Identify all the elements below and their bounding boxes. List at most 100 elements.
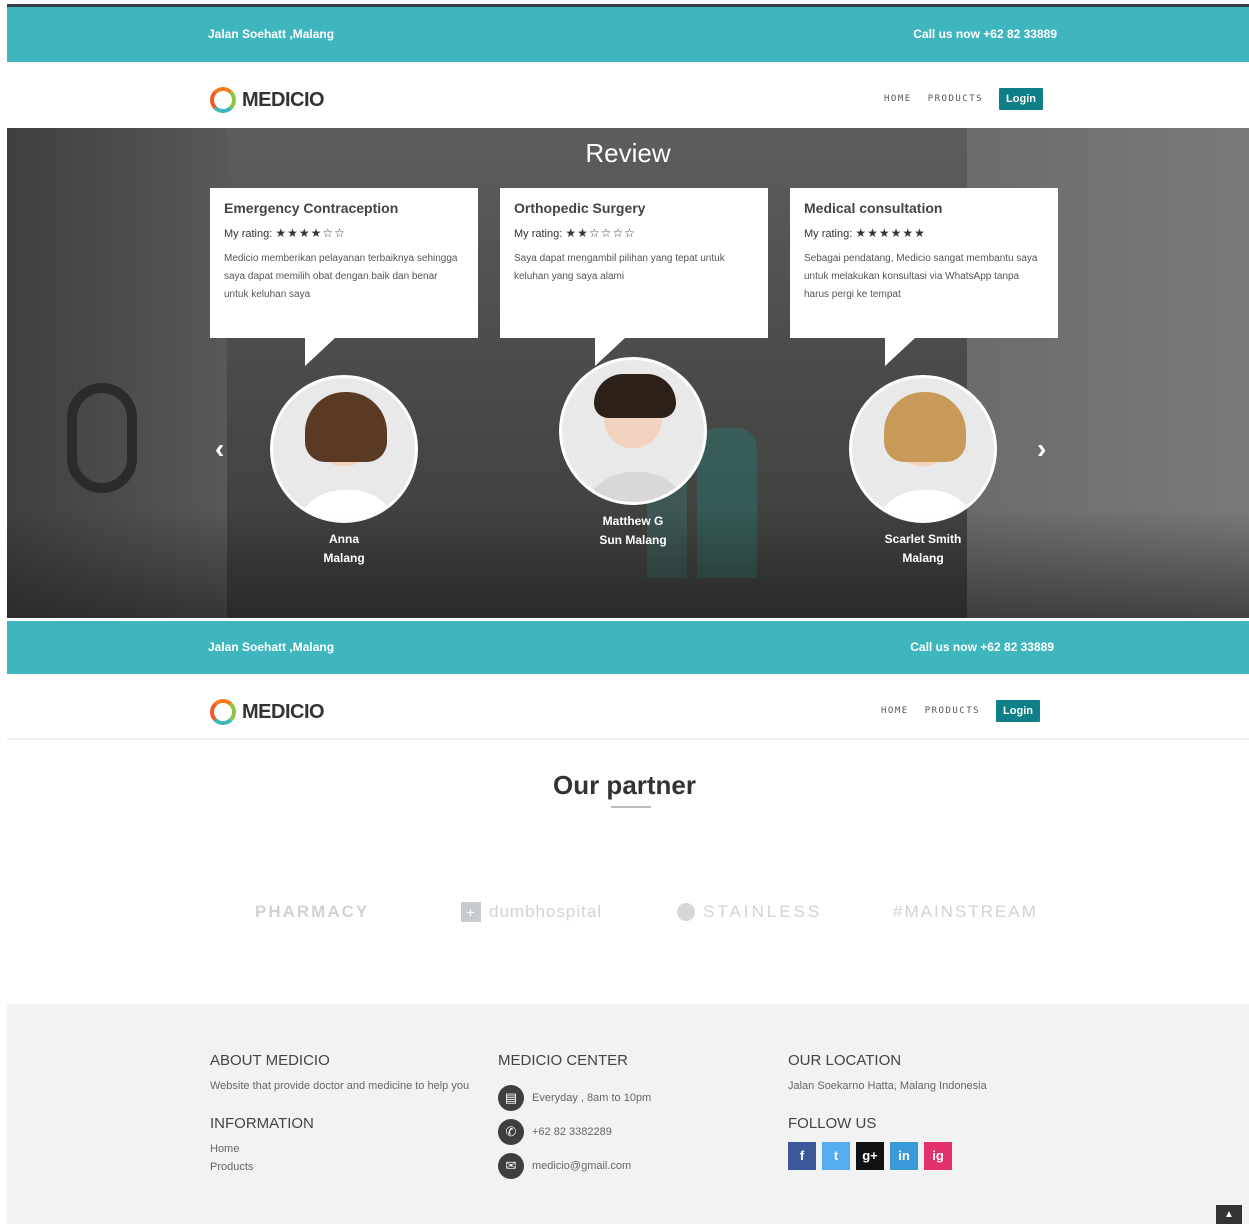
avatar-shoulders <box>582 472 690 502</box>
facebook-icon[interactable]: f <box>788 1142 816 1170</box>
reviewer-city: Malang <box>902 551 944 565</box>
review-rating: My rating: ★★☆☆☆☆ <box>514 226 754 240</box>
review-section: Review Emergency Contraception My rating… <box>7 128 1249 618</box>
partner-logo-stainless[interactable]: STAINLESS <box>677 902 822 922</box>
partner-logo-mainstream[interactable]: #MAINSTREAM <box>893 902 1038 922</box>
title-divider <box>611 806 651 808</box>
star-rating-icon: ★★★★☆☆ <box>275 226 346 240</box>
footer-heading: OUR LOCATION <box>788 1052 902 1069</box>
review-card: Orthopedic Surgery My rating: ★★☆☆☆☆ Say… <box>500 188 768 366</box>
partner-logo-text: dumbhospital <box>489 902 603 921</box>
social-links: f t g+ in ig <box>788 1142 1048 1170</box>
partner-logo-text: STAINLESS <box>703 902 823 921</box>
reviewer-avatar <box>559 357 707 505</box>
envelope-icon: ✉ <box>498 1153 524 1179</box>
calendar-icon: ▤ <box>498 1085 524 1111</box>
nav-home-link[interactable]: HOME <box>884 94 912 104</box>
nav-home-link[interactable]: HOME <box>881 706 909 716</box>
review-title: Review <box>585 138 671 168</box>
scroll-to-top-icon[interactable]: ▲ <box>1216 1205 1242 1224</box>
footer-hours-text: Everyday , 8am to 10pm <box>532 1092 652 1104</box>
review-text: Sebagai pendatang, Medicio sangat memban… <box>804 253 1038 300</box>
avatar-shoulders <box>872 490 980 520</box>
logo-text: MEDICIO <box>242 88 325 111</box>
nav-products-link[interactable]: PRODUCTS <box>925 706 980 716</box>
footer-email: ✉ medicio@gmail.com <box>498 1153 758 1179</box>
reviewer-name: Scarlet Smith <box>884 532 962 546</box>
nav-links: HOME PRODUCTS Login <box>884 88 1043 110</box>
footer: ABOUT MEDICIO Website that provide docto… <box>7 1004 1249 1224</box>
avatar-hair <box>594 374 676 418</box>
reviewer-name: Matthew G <box>602 514 664 528</box>
phone-text: Call us now +62 82 33889 <box>910 640 1054 654</box>
address-text: Jalan Soehatt ,Malang <box>208 27 335 41</box>
footer-about-text: Website that provide doctor and medicine… <box>210 1080 470 1092</box>
nav-links: HOME PRODUCTS Login <box>881 700 1040 722</box>
logo[interactable]: MEDICIO <box>210 87 325 113</box>
reviewer-name: Anna <box>329 532 359 546</box>
reviewer-avatar <box>849 375 997 523</box>
star-rating-icon: ★★★★★★ <box>855 226 926 240</box>
contact-bar: Jalan Soehatt ,Malang Call us now +62 82… <box>7 621 1249 674</box>
review-text: Medicio memberikan pelayanan terbaiknya … <box>224 253 458 300</box>
avatar-hair <box>884 392 966 462</box>
review-rating: My rating: ★★★★★★ <box>804 226 1044 240</box>
footer-email-text[interactable]: medicio@gmail.com <box>532 1160 631 1172</box>
nav-products-link[interactable]: PRODUCTS <box>928 94 983 104</box>
reviewer-info: Anna Malang <box>244 530 444 568</box>
footer-location-text: Jalan Soekarno Hatta, Malang Indonesia <box>788 1080 987 1092</box>
partner-logo-dumbhospital[interactable]: + dumbhospital <box>461 902 602 922</box>
navbar: MEDICIO HOME PRODUCTS Login <box>7 62 1249 128</box>
reviewer-city: Sun Malang <box>599 533 667 547</box>
instagram-icon[interactable]: ig <box>924 1142 952 1170</box>
footer-phone-text: +62 82 3382289 <box>532 1126 612 1138</box>
review-card-title: Orthopedic Surgery <box>514 200 646 216</box>
linkedin-icon[interactable]: in <box>890 1142 918 1170</box>
twitter-icon[interactable]: t <box>822 1142 850 1170</box>
footer-center: MEDICIO CENTER ▤ Everyday , 8am to 10pm … <box>498 1052 758 1179</box>
partner-logo-text: PHARMACY <box>255 902 370 921</box>
footer-links: Home Products <box>210 1140 475 1176</box>
rating-label: My rating: <box>514 228 563 240</box>
review-rating: My rating: ★★★★☆☆ <box>224 226 464 240</box>
review-card: Emergency Contraception My rating: ★★★★☆… <box>210 188 478 366</box>
footer-hours: ▤ Everyday , 8am to 10pm <box>498 1085 758 1111</box>
login-button[interactable]: Login <box>996 700 1040 722</box>
logo[interactable]: MEDICIO <box>210 699 325 725</box>
footer-heading: ABOUT MEDICIO <box>210 1052 330 1069</box>
google-plus-icon[interactable]: g+ <box>856 1142 884 1170</box>
rating-label: My rating: <box>224 228 273 240</box>
footer-heading: FOLLOW US <box>788 1115 877 1132</box>
footer-link-products[interactable]: Products <box>210 1158 475 1176</box>
logo-ring-icon <box>210 699 236 725</box>
login-button[interactable]: Login <box>999 88 1043 110</box>
review-card: Medical consultation My rating: ★★★★★★ S… <box>790 188 1058 366</box>
reviewer-info: Scarlet Smith Malang <box>823 530 1023 568</box>
page: Jalan Soehatt ,Malang Call us now +62 82… <box>0 0 1249 1224</box>
logo-ring-icon <box>210 87 236 113</box>
star-rating-icon: ★★☆☆☆☆ <box>565 226 636 240</box>
footer-heading: MEDICIO CENTER <box>498 1052 629 1069</box>
next-arrow-icon[interactable]: › <box>1037 433 1046 465</box>
partner-logo-text: #MAINSTREAM <box>893 902 1038 921</box>
footer-phone: ✆ +62 82 3382289 <box>498 1119 758 1145</box>
phone-icon: ✆ <box>498 1119 524 1145</box>
partner-logo-pharmacy[interactable]: PHARMACY <box>255 902 369 922</box>
footer-heading: INFORMATION <box>210 1115 314 1132</box>
footer-location: OUR LOCATION Jalan Soekarno Hatta, Malan… <box>788 1052 1048 1170</box>
footer-about: ABOUT MEDICIO Website that provide docto… <box>210 1052 475 1176</box>
review-card-title: Emergency Contraception <box>224 200 399 216</box>
reviewer-city: Malang <box>323 551 365 565</box>
footer-link-home[interactable]: Home <box>210 1140 475 1158</box>
contact-bar: Jalan Soehatt ,Malang Call us now +62 82… <box>7 7 1249 62</box>
globe-icon <box>677 903 695 921</box>
reviewer-info: Matthew G Sun Malang <box>533 512 733 550</box>
background-wheel <box>67 383 137 493</box>
reviewer-avatar <box>270 375 418 523</box>
review-text: Saya dapat mengambil pilihan yang tepat … <box>514 253 725 282</box>
avatar-shoulders <box>293 490 401 520</box>
address-text: Jalan Soehatt ,Malang <box>208 640 335 654</box>
partner-title: Our partner <box>552 770 697 800</box>
prev-arrow-icon[interactable]: ‹ <box>215 433 224 465</box>
navbar: MEDICIO HOME PRODUCTS Login <box>7 674 1249 740</box>
